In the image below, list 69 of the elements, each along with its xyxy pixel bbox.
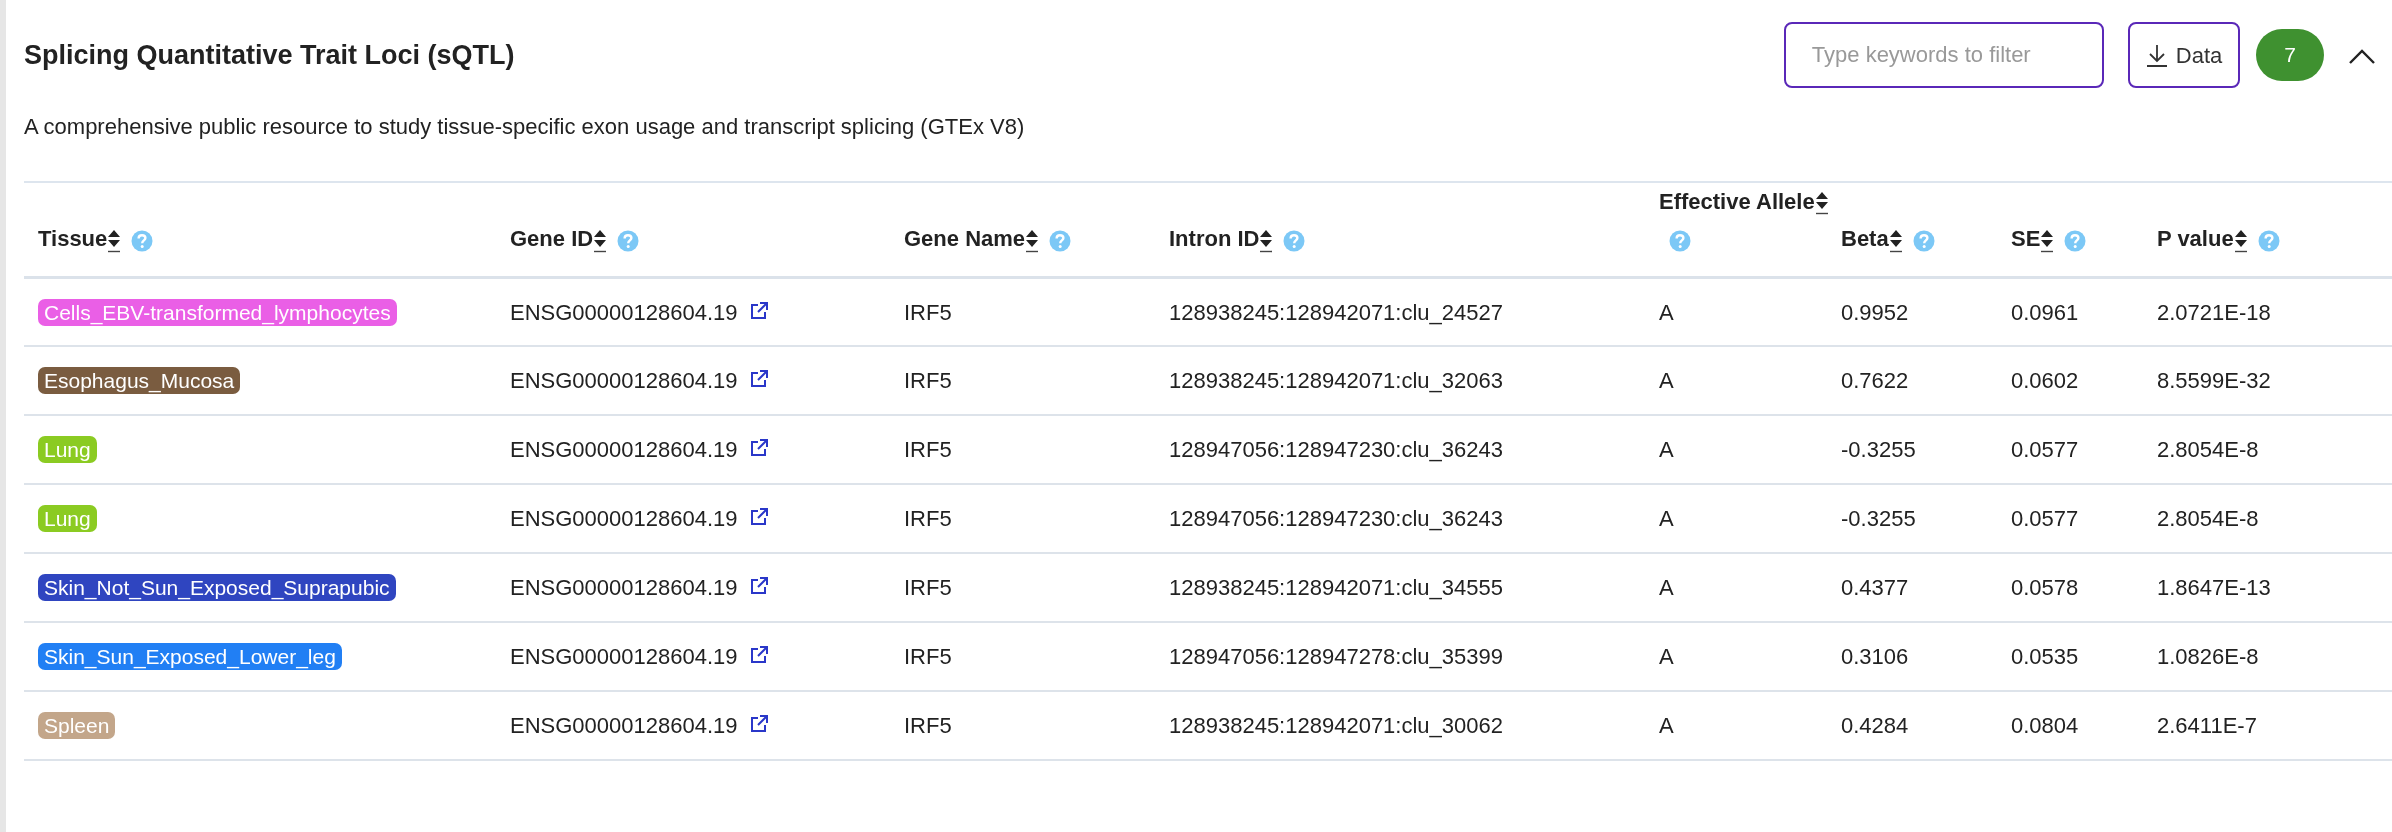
column-header[interactable]: Gene Name bbox=[904, 226, 1026, 252]
table-cell: 128938245:128942071:clu_34555 bbox=[1169, 575, 1503, 601]
column-header[interactable]: Effective Allele bbox=[1659, 189, 1815, 214]
table-cell: 0.4377 bbox=[1841, 575, 1909, 601]
table-cell: IRF5 bbox=[904, 644, 952, 670]
table-cell: A bbox=[1659, 713, 1674, 739]
table-cell: 1.0826E-8 bbox=[2157, 644, 2259, 670]
gene-id-link[interactable]: ENSG00000128604.19 bbox=[510, 644, 738, 670]
table-cell: A bbox=[1659, 575, 1674, 601]
tissue-tag: Spleen bbox=[38, 712, 116, 740]
table-cell: 0.7622 bbox=[1841, 368, 1909, 394]
column-header[interactable]: Gene ID bbox=[510, 226, 594, 252]
gene-id-link[interactable]: ENSG00000128604.19 bbox=[510, 506, 738, 532]
table-cell: -0.3255 bbox=[1841, 437, 1916, 463]
column-header[interactable]: Beta bbox=[1841, 226, 1889, 252]
table-cell: 0.3106 bbox=[1841, 644, 1909, 670]
table-cell: A bbox=[1659, 437, 1674, 463]
table-cell: -0.3255 bbox=[1841, 506, 1916, 532]
table-cell: 0.4284 bbox=[1841, 713, 1909, 739]
table-cell: 1.8647E-13 bbox=[2157, 575, 2271, 601]
table-cell: IRF5 bbox=[904, 713, 952, 739]
tissue-tag: Esophagus_Mucosa bbox=[38, 367, 241, 395]
tissue-tag: Skin_Sun_Exposed_Lower_leg bbox=[38, 643, 342, 671]
table-cell: 0.0961 bbox=[2011, 299, 2079, 325]
table-cell: A bbox=[1659, 644, 1674, 670]
table-cell: IRF5 bbox=[904, 506, 952, 532]
table-cell: 0.0804 bbox=[2011, 713, 2079, 739]
table-cell: 2.8054E-8 bbox=[2157, 506, 2259, 532]
table-cell: IRF5 bbox=[904, 437, 952, 463]
gene-id-link[interactable]: ENSG00000128604.19 bbox=[510, 299, 738, 325]
gene-id-link[interactable]: ENSG00000128604.19 bbox=[510, 437, 738, 463]
table-cell: 128938245:128942071:clu_24527 bbox=[1169, 299, 1503, 325]
table-cell: 0.0577 bbox=[2011, 437, 2079, 463]
table-cell: 0.0577 bbox=[2011, 506, 2079, 532]
gene-id-link[interactable]: ENSG00000128604.19 bbox=[510, 575, 738, 601]
table-cell: A bbox=[1659, 368, 1674, 394]
table-cell: 128947056:128947278:clu_35399 bbox=[1169, 644, 1503, 670]
table-cell: 2.8054E-8 bbox=[2157, 437, 2259, 463]
download-button[interactable]: Data bbox=[2127, 22, 2241, 88]
table-cell: 128947056:128947230:clu_36243 bbox=[1169, 437, 1503, 463]
table-cell: 8.5599E-32 bbox=[2157, 368, 2271, 394]
table-cell: 128947056:128947230:clu_36243 bbox=[1169, 506, 1503, 532]
tissue-tag: Lung bbox=[38, 436, 97, 464]
table-cell: 0.9952 bbox=[1841, 299, 1909, 325]
column-header[interactable]: Tissue bbox=[38, 226, 108, 252]
tissue-tag: Lung bbox=[38, 505, 97, 533]
table-cell: 0.0578 bbox=[2011, 575, 2079, 601]
table-cell: A bbox=[1659, 299, 1674, 325]
column-header[interactable]: SE bbox=[2011, 226, 2041, 252]
table-cell: 128938245:128942071:clu_30062 bbox=[1169, 713, 1503, 739]
section-title: Splicing Quantitative Trait Loci (sQTL) bbox=[24, 38, 516, 72]
table-cell: IRF5 bbox=[904, 299, 952, 325]
tissue-tag: Skin_Not_Sun_Exposed_Suprapubic bbox=[38, 574, 396, 602]
table-cell: 2.6411E-7 bbox=[2157, 713, 2257, 739]
filter-field[interactable]: Type keywords to filter bbox=[1783, 22, 2104, 88]
tissue-tag: Cells_EBV-transformed_lymphocytes bbox=[38, 298, 397, 326]
table-cell: 2.0721E-18 bbox=[2157, 299, 2271, 325]
table-cell: 0.0535 bbox=[2011, 644, 2079, 670]
column-header[interactable]: Intron ID bbox=[1169, 226, 1260, 252]
table-cell: 0.0602 bbox=[2011, 368, 2079, 394]
table-cell: IRF5 bbox=[904, 368, 952, 394]
column-header[interactable]: P value bbox=[2157, 226, 2234, 252]
gene-id-link[interactable]: ENSG00000128604.19 bbox=[510, 368, 738, 394]
table-cell: IRF5 bbox=[904, 575, 952, 601]
table-cell: A bbox=[1659, 506, 1674, 532]
gene-id-link[interactable]: ENSG00000128604.19 bbox=[510, 713, 738, 739]
count-badge: 7 bbox=[2256, 29, 2324, 81]
description-text: A comprehensive public resource to study tissue-specific exon usage and transcript splicing (GTEx V8) bbox=[24, 113, 1026, 141]
table-cell: 128938245:128942071:clu_32063 bbox=[1169, 368, 1503, 394]
